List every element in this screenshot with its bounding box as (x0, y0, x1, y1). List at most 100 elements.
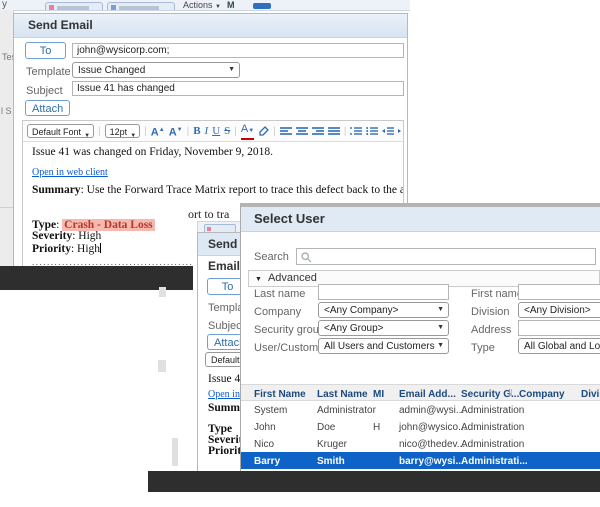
company-select[interactable]: <Any Company> ▼ (318, 302, 449, 318)
strikethrough-icon[interactable]: S (224, 122, 230, 140)
background-tab-strip: y Actions ▼ M (0, 0, 410, 11)
chevron-down-icon: ▼ (215, 4, 221, 10)
actions-menu[interactable]: Actions ▼ (183, 0, 221, 10)
table-row[interactable]: System Administrator admin@wysi... Admin… (241, 401, 600, 418)
tab-label-blur (57, 6, 89, 10)
open-in-web-client-link[interactable]: Open in web client (208, 389, 243, 400)
cell-first-name: System (254, 405, 287, 416)
toolbar-icon[interactable] (253, 3, 271, 9)
attach-button[interactable]: Attach (25, 100, 70, 116)
numbered-list-icon[interactable] (350, 126, 362, 136)
dialog-title: Select User (241, 207, 600, 232)
to-button[interactable]: To (207, 278, 243, 295)
font-family-select[interactable]: Default Font (205, 352, 243, 367)
increase-font-icon[interactable]: A▲ (151, 121, 165, 141)
divider: | (98, 126, 101, 137)
align-left-icon[interactable] (280, 126, 292, 136)
chevron-down-icon: ▼ (437, 306, 444, 313)
align-right-icon[interactable] (312, 126, 324, 136)
cell-email: john@wysico... (399, 422, 466, 433)
cell-first-name: Barry (254, 456, 280, 467)
tab-icon (207, 227, 211, 231)
background-tab-2[interactable] (107, 2, 175, 11)
type-label: Type (32, 219, 56, 231)
open-in-web-client-link[interactable]: Open in web client (32, 167, 108, 178)
summary-text: : Use the Forward Trace Matrix report to… (81, 184, 403, 196)
sidebar-text-fragment: l S (1, 106, 12, 116)
security-group-value: <Any Group> (324, 323, 383, 334)
redaction-bar (148, 471, 600, 492)
bullet-list-icon[interactable] (366, 126, 378, 136)
summary-label: Summary (208, 402, 243, 414)
font-color-icon[interactable]: A▼ (241, 123, 254, 140)
column-header[interactable]: Division (581, 389, 600, 400)
type-select[interactable]: All Global and Local (518, 338, 600, 354)
cell-mi: H (373, 422, 380, 433)
align-center-icon[interactable] (296, 126, 308, 136)
severity-label: Severity (32, 230, 72, 242)
chevron-down-icon: ▼ (255, 276, 262, 283)
column-header[interactable]: MI (373, 389, 384, 400)
font-family-value: Default Font (32, 127, 81, 137)
subject-label: Subject (26, 85, 63, 97)
to-input[interactable] (72, 43, 404, 58)
cell-last-name: Administrator (317, 405, 376, 416)
division-select[interactable]: <Any Division> (518, 302, 600, 318)
template-select[interactable]: Issue Changed ▼ (72, 62, 240, 78)
divider: | (144, 126, 147, 137)
chevron-down-icon: ▼ (228, 66, 235, 73)
last-name-input[interactable] (318, 284, 449, 300)
division-value: <Any Division> (524, 305, 591, 316)
column-header[interactable]: First Name (254, 389, 306, 400)
address-input[interactable] (518, 320, 600, 336)
divider: | (344, 126, 347, 137)
underline-icon[interactable]: U (212, 122, 220, 140)
bold-icon[interactable]: B (193, 122, 200, 140)
template-value: Issue Changed (78, 65, 145, 76)
summary-line: Summary: Use the Forward Trace Matrix re… (32, 185, 395, 197)
column-header[interactable]: Email Add... (399, 389, 456, 400)
tab-icon (111, 5, 116, 10)
to-button[interactable]: To (25, 42, 66, 59)
type-label: Type (471, 342, 495, 354)
background-tab-1[interactable] (45, 2, 103, 11)
column-resize-handle[interactable] (509, 389, 510, 396)
table-row[interactable]: Nico Kruger nico@thedev... Administratio… (241, 435, 600, 452)
subject-input[interactable] (72, 81, 404, 96)
security-group-label: Security group (254, 324, 325, 336)
italic-icon[interactable]: I (205, 122, 209, 140)
font-size-select[interactable]: 12pt ▼ (105, 124, 141, 138)
font-size-value: 12pt (110, 127, 128, 137)
column-resize-handle[interactable] (511, 389, 512, 396)
column-header[interactable]: Last Name (317, 389, 368, 400)
column-header[interactable]: Company (519, 389, 565, 400)
search-input[interactable] (296, 248, 596, 265)
table-row-selected[interactable]: Barry Smith barry@wysi... Administrati..… (241, 452, 600, 469)
first-name-input[interactable] (518, 284, 600, 300)
chevron-down-icon: ▼ (437, 324, 444, 331)
align-justify-icon[interactable] (328, 126, 340, 136)
company-value: <Any Company> (324, 305, 399, 316)
cell-security-group: Administration (461, 422, 524, 433)
body-line: Issue 41 was changed on Friday, November… (32, 147, 395, 159)
outdent-icon[interactable] (382, 126, 394, 136)
table-row[interactable]: John Doe H john@wysico... Administration (241, 418, 600, 435)
advanced-label: Advanced (268, 272, 317, 284)
priority-value: : High (71, 243, 100, 255)
clipped-window-text: M (227, 0, 235, 10)
indent-icon[interactable] (398, 126, 403, 136)
security-group-select[interactable]: <Any Group> ▼ (318, 320, 449, 336)
highlight-color-icon[interactable] (258, 126, 269, 136)
cell-last-name: Smith (317, 456, 345, 467)
attach-button[interactable]: Attach (207, 334, 243, 350)
priority-label: Priority (208, 445, 243, 457)
dialog-title: Send Email (14, 14, 407, 38)
cell-email: nico@thedev... (399, 439, 465, 450)
user-customer-select[interactable]: All Users and Customers▼ (318, 338, 449, 354)
font-family-select[interactable]: Default Font ▼ (27, 124, 94, 138)
cell-security-group: Administration (461, 439, 524, 450)
decrease-font-icon[interactable]: A▼ (169, 121, 183, 141)
cell-first-name: Nico (254, 439, 274, 450)
clipped-edge-text: y (2, 0, 7, 10)
send-email-dialog-behind: Send Email To Template Subject Attach De… (197, 232, 243, 473)
